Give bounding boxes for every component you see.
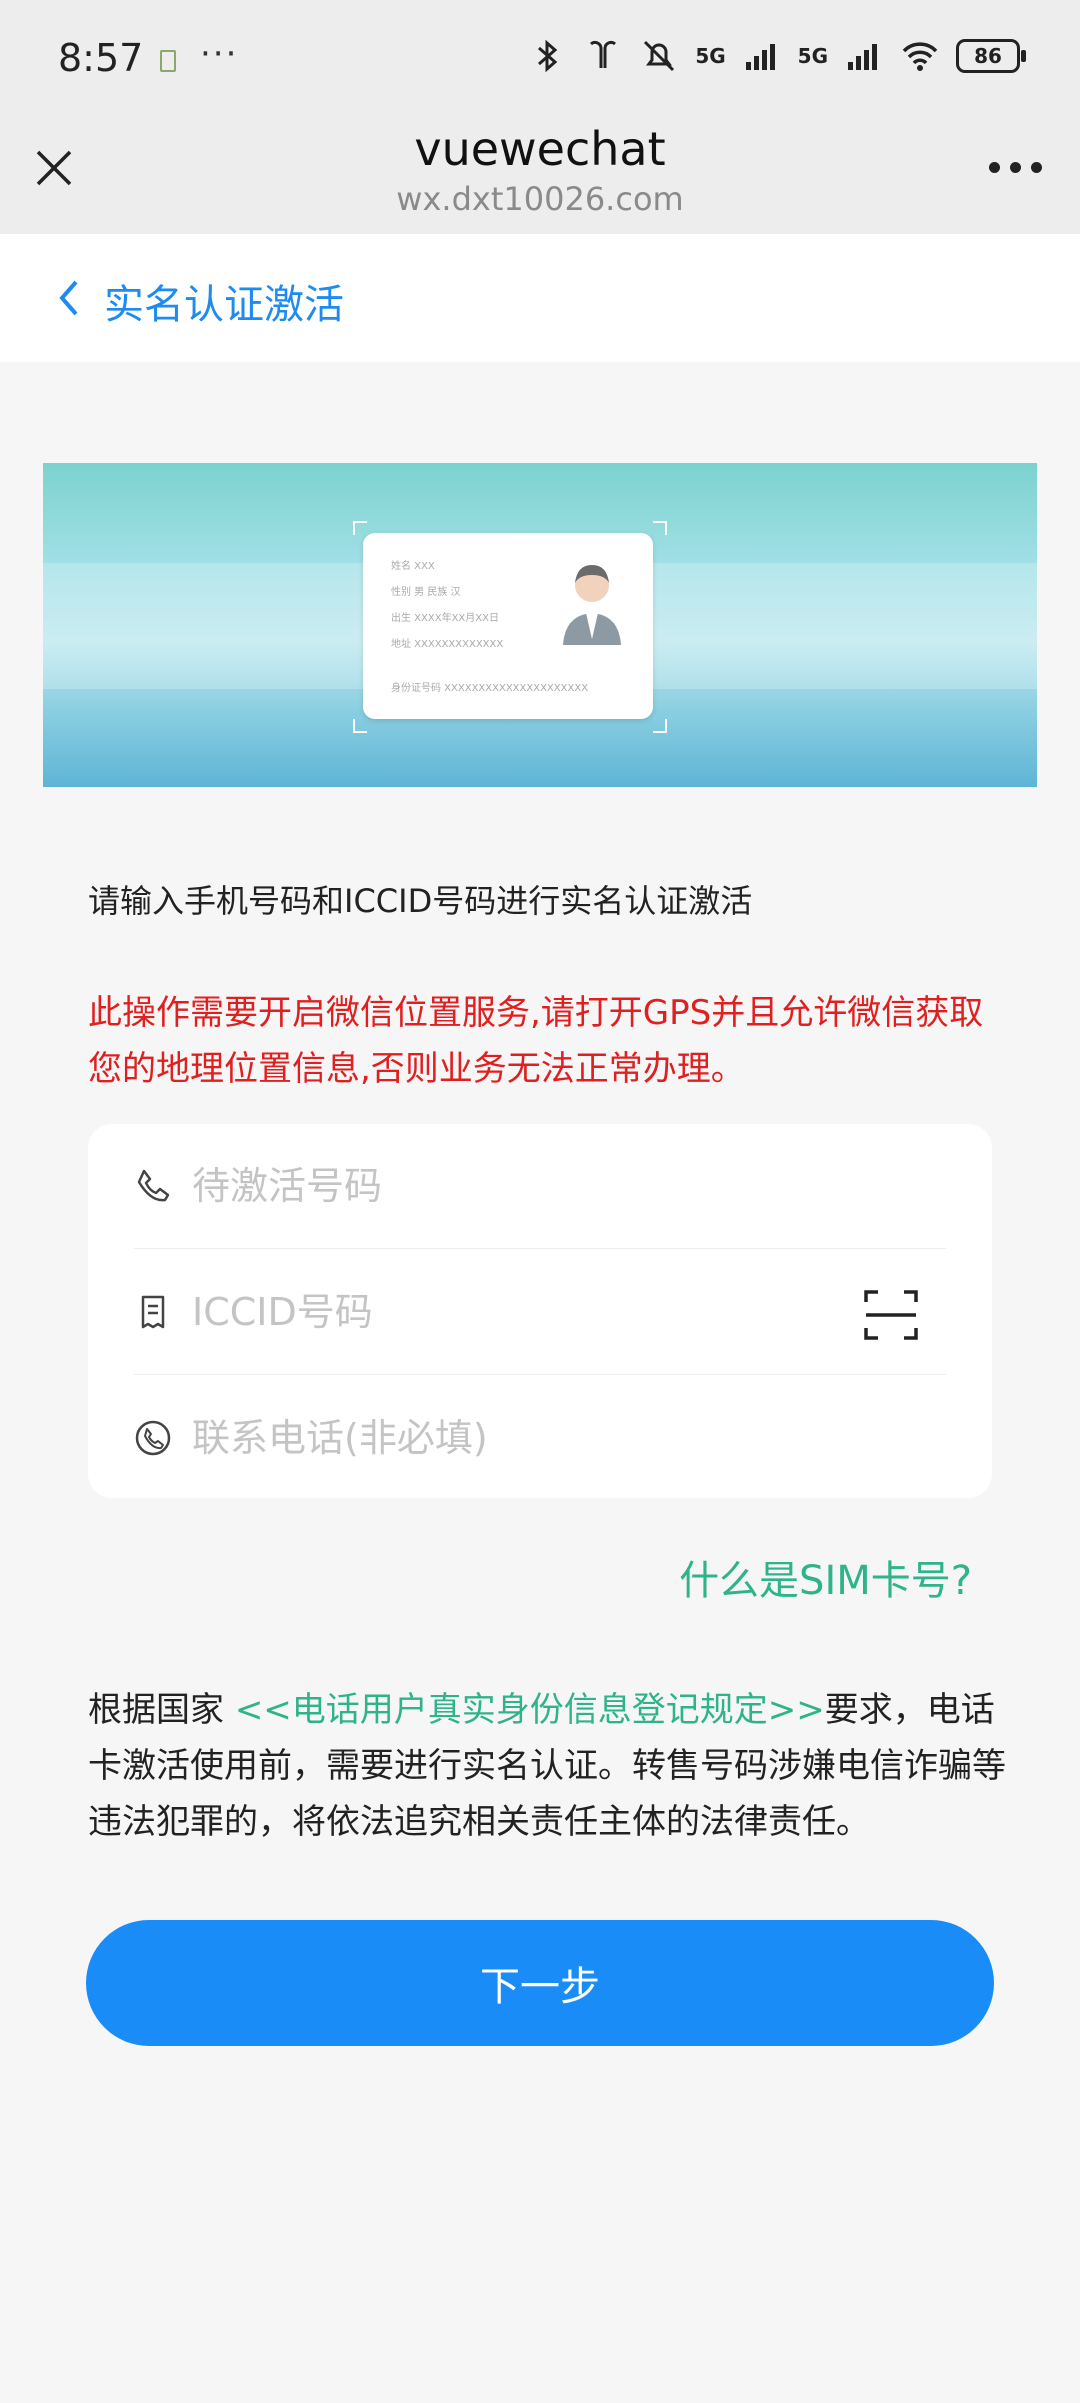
id-card-line: 性别 男 民族 汉 bbox=[391, 587, 461, 598]
scan-icon[interactable] bbox=[864, 1288, 918, 1342]
battery-icon: 86 bbox=[956, 39, 1026, 73]
iccid-input[interactable] bbox=[192, 1290, 832, 1334]
document-icon bbox=[141, 1295, 165, 1329]
phone-row bbox=[134, 1124, 946, 1249]
earbuds-icon bbox=[590, 40, 617, 68]
browser-url: wx.dxt10026.com bbox=[396, 180, 684, 218]
frame-corner bbox=[653, 719, 667, 733]
signal-bars-icon bbox=[745, 44, 775, 70]
signal-bars-icon-2 bbox=[848, 44, 877, 70]
status-more-dots: ··· bbox=[200, 34, 239, 74]
location-warning-text: 此操作需要开启微信位置服务,请打开GPS并且允许微信获取您的地理位置信息,否则业… bbox=[88, 993, 984, 1089]
id-card-banner: 姓名 XXX 性别 男 民族 汉 出生 XXXX年XX月XX日 地址 XXXXX… bbox=[43, 463, 1037, 787]
sim-help-link[interactable]: 什么是SIM卡号? bbox=[679, 1548, 972, 1606]
page-header: 实名认证激活 bbox=[0, 234, 1080, 362]
id-card-line: 姓名 XXX bbox=[391, 561, 435, 572]
id-card-line: 身份证号码 XXXXXXXXXXXXXXXXXXXXX bbox=[391, 683, 589, 694]
mute-bell-icon bbox=[644, 40, 675, 72]
id-card-illustration: 姓名 XXX 性别 男 民族 汉 出生 XXXX年XX月XX日 地址 XXXXX… bbox=[363, 533, 653, 719]
regulation-link[interactable]: <<电话用户真实身份信息登记规定>> bbox=[235, 1690, 825, 1730]
phone-circle-icon bbox=[135, 1420, 171, 1456]
regulation-prefix: 根据国家 bbox=[88, 1690, 235, 1730]
next-step-button[interactable]: 下一步 bbox=[86, 1920, 994, 2046]
browser-title: vuewechat bbox=[414, 122, 666, 176]
bluetooth-icon bbox=[538, 39, 558, 73]
wifi-icon bbox=[902, 42, 938, 71]
id-card-line: 地址 XXXXXXXXXXXXX bbox=[391, 639, 504, 650]
id-card-line: 出生 XXXX年XX月XX日 bbox=[391, 613, 499, 624]
phone-icon bbox=[137, 1169, 170, 1202]
contact-row bbox=[134, 1376, 946, 1500]
more-dot bbox=[1031, 162, 1042, 173]
frame-corner bbox=[353, 719, 367, 733]
browser-title-bar: vuewechat wx.dxt10026.com bbox=[0, 122, 1080, 234]
iccid-row bbox=[134, 1250, 946, 1375]
frame-corner bbox=[653, 521, 667, 535]
more-options-button[interactable] bbox=[989, 162, 1042, 173]
battery-level: 86 bbox=[974, 44, 1002, 68]
back-chevron-icon[interactable] bbox=[56, 278, 80, 318]
more-dot bbox=[989, 162, 1000, 173]
signal-5g-2: 5G bbox=[797, 44, 828, 68]
intro-text: 请输入手机号码和ICCID号码进行实名认证激活 bbox=[88, 882, 753, 920]
person-avatar-icon bbox=[563, 565, 621, 645]
phone-number-input[interactable] bbox=[192, 1164, 832, 1208]
signal-5g-1: 5G bbox=[695, 44, 726, 68]
regulation-text: 根据国家 <<电话用户真实身份信息登记规定>>要求，电话卡激活使用前，需要进行实… bbox=[88, 1682, 1008, 1850]
page-title: 实名认证激活 bbox=[104, 282, 344, 328]
status-icons: 5G 5G 86 bbox=[527, 36, 1026, 76]
status-time: 8:57 bbox=[58, 36, 144, 80]
sim-icon bbox=[160, 50, 176, 72]
frame-corner bbox=[353, 521, 367, 535]
more-dot bbox=[1010, 162, 1021, 173]
contact-phone-input[interactable] bbox=[192, 1416, 832, 1460]
status-bar: 8:57 ··· 5G 5G 86 bbox=[0, 0, 1080, 122]
activation-form bbox=[88, 1124, 992, 1498]
